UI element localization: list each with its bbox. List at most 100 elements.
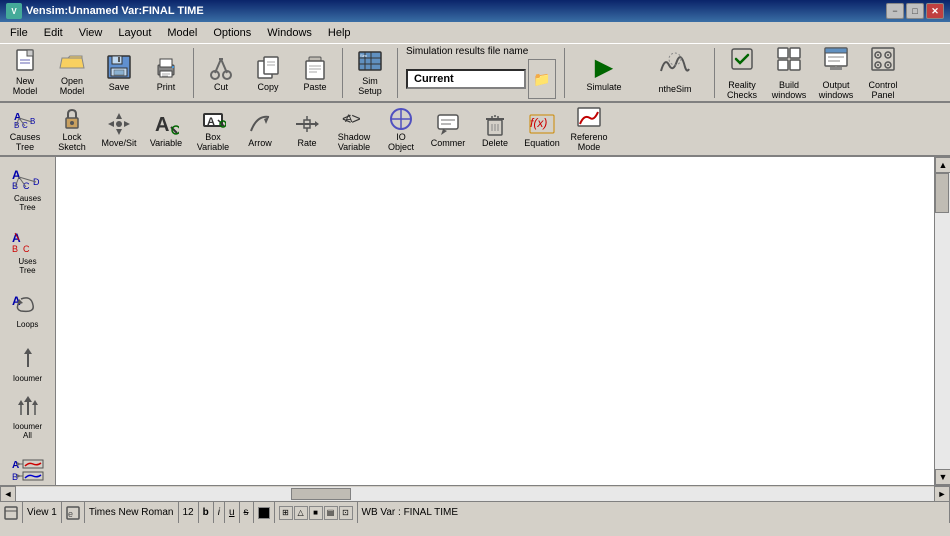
menu-item-layout[interactable]: Layout	[110, 25, 159, 41]
scroll-left-button[interactable]: ◄	[0, 486, 16, 502]
status-icons-group: ⊞ △ ■ ▤ ⊡	[275, 502, 358, 523]
scroll-thumb-bottom[interactable]	[291, 488, 351, 500]
synthesim-button[interactable]: ntheSim	[640, 47, 710, 99]
box-variable-label: BoxVariable	[197, 133, 229, 153]
sim-setup-button[interactable]: Sim SimSetup	[347, 47, 393, 99]
rate-button[interactable]: Rate	[284, 105, 330, 153]
title-bar-controls: − □ ✕	[886, 3, 944, 19]
menu-item-help[interactable]: Help	[320, 25, 359, 41]
main-area-wrapper: A B C D CausesTree A B C	[0, 157, 950, 501]
scroll-track-bottom	[16, 487, 934, 501]
paste-button[interactable]: Paste	[292, 47, 338, 99]
open-model-button[interactable]: OpenModel	[49, 47, 95, 99]
menu-item-edit[interactable]: Edit	[36, 25, 71, 41]
sim-file-label: Simulation results file name	[406, 46, 556, 57]
build-windows-label: Buildwindows	[772, 80, 807, 100]
sim-setup-label: SimSetup	[358, 77, 382, 97]
stat-ico-3: ■	[309, 506, 323, 520]
status-bold[interactable]: b	[199, 502, 214, 523]
svg-text:C: C	[23, 244, 30, 254]
output-windows-button[interactable]: Outputwindows	[813, 47, 859, 99]
underline-label[interactable]: u	[229, 507, 235, 518]
cut-label: Cut	[214, 83, 228, 93]
menu-item-model[interactable]: Model	[159, 25, 205, 41]
save-button[interactable]: Save	[96, 47, 142, 99]
lock-sketch-button[interactable]: LockSketch	[49, 105, 95, 153]
title-bar: V Vensim:Unnamed Var:FINAL TIME − □ ✕	[0, 0, 950, 22]
bold-label[interactable]: b	[203, 507, 209, 518]
left-uses-tree-button[interactable]: A B C UsesTree	[3, 224, 53, 279]
left-panel: A B C D CausesTree A B C	[0, 157, 56, 485]
menu-item-options[interactable]: Options	[205, 25, 259, 41]
svg-text:e: e	[68, 509, 73, 519]
sim-setup-icon: Sim	[355, 48, 385, 76]
scroll-thumb-right[interactable]	[935, 173, 949, 213]
status-italic[interactable]: i	[214, 502, 225, 523]
left-causes-strip-button[interactable]: A B CausesStrip	[3, 452, 53, 485]
variable-button[interactable]: A Variable	[143, 105, 189, 153]
sim-file-section: Simulation results file name Current 📁	[402, 46, 560, 99]
box-variable-button[interactable]: A BoxVariable	[190, 105, 236, 153]
causes-tree-button[interactable]: A B C B CausesTree	[2, 105, 48, 153]
io-object-button[interactable]: IOObject	[378, 105, 424, 153]
scroll-right-button[interactable]: ►	[934, 486, 950, 502]
stat-ico-5: ⊡	[339, 506, 353, 520]
copy-label: Copy	[257, 83, 278, 93]
cut-button[interactable]: Cut	[198, 47, 244, 99]
status-extra-icons: ⊞ △ ■ ▤ ⊡	[279, 506, 353, 520]
status-view-icon	[0, 502, 23, 523]
close-button[interactable]: ✕	[926, 3, 944, 19]
strikethrough-label[interactable]: s	[244, 507, 249, 518]
canvas-area[interactable]	[56, 157, 934, 485]
font-size: 12	[183, 507, 194, 518]
output-windows-label: Outputwindows	[819, 80, 854, 100]
box-variable-icon: A	[199, 106, 227, 132]
status-strikethrough[interactable]: s	[240, 502, 254, 523]
left-iooumer-label: Iooumer	[13, 374, 42, 383]
minimize-button[interactable]: −	[886, 3, 904, 19]
menu-item-windows[interactable]: Windows	[259, 25, 320, 41]
build-windows-button[interactable]: Buildwindows	[766, 47, 812, 99]
status-bar: View 1 e Times New Roman 12 b i u s ⊞ △ …	[0, 501, 950, 523]
scroll-down-button[interactable]: ▼	[935, 469, 950, 485]
copy-button[interactable]: Copy	[245, 47, 291, 99]
browse-button[interactable]: 📁	[528, 59, 556, 99]
left-iooumer-button[interactable]: Iooumer	[3, 341, 53, 387]
sep4	[564, 48, 565, 98]
copy-icon	[253, 52, 283, 82]
left-iooumer-all-button[interactable]: IooumerAll	[3, 389, 53, 444]
left-loops-button[interactable]: A Loops	[3, 287, 53, 333]
menu-item-view[interactable]: View	[71, 25, 111, 41]
delete-label: Delete	[482, 139, 508, 149]
equation-button[interactable]: f(x) Equation	[519, 105, 565, 153]
reference-mode-button[interactable]: ReferenoMode	[566, 105, 612, 153]
lock-sketch-icon	[58, 106, 86, 132]
cut-icon	[206, 52, 236, 82]
simulate-button[interactable]: ▶ Simulate	[569, 47, 639, 99]
status-underline[interactable]: u	[225, 502, 240, 523]
italic-label[interactable]: i	[218, 507, 220, 518]
move-sit-button[interactable]: Move/Sit	[96, 105, 142, 153]
menu-item-file[interactable]: File	[2, 25, 36, 41]
print-button[interactable]: Print	[143, 47, 189, 99]
sim-file-input[interactable]: Current	[406, 69, 526, 89]
left-iooumer-icon	[11, 345, 45, 373]
svg-text:A: A	[12, 231, 21, 245]
reality-checks-button[interactable]: RealityChecks	[719, 47, 765, 99]
svg-text:f(x): f(x)	[530, 116, 547, 130]
delete-button[interactable]: Delete	[472, 105, 518, 153]
comment-button[interactable]: Commer	[425, 105, 471, 153]
view-name: View 1	[27, 507, 57, 518]
new-model-button[interactable]: NewModel	[2, 47, 48, 99]
left-causes-tree-button[interactable]: A B C D CausesTree	[3, 161, 53, 216]
arrow-button[interactable]: Arrow	[237, 105, 283, 153]
rate-icon	[293, 110, 321, 138]
variable-label: Variable	[150, 139, 182, 149]
maximize-button[interactable]: □	[906, 3, 924, 19]
scroll-up-button[interactable]: ▲	[935, 157, 950, 173]
simulate-label: Simulate	[586, 82, 621, 92]
control-panel-button[interactable]: ControlPanel	[860, 47, 906, 99]
shadow-variable-button[interactable]: <> A ShadowVariable	[331, 105, 377, 153]
svg-text:D: D	[33, 177, 40, 187]
comment-icon	[434, 110, 462, 138]
